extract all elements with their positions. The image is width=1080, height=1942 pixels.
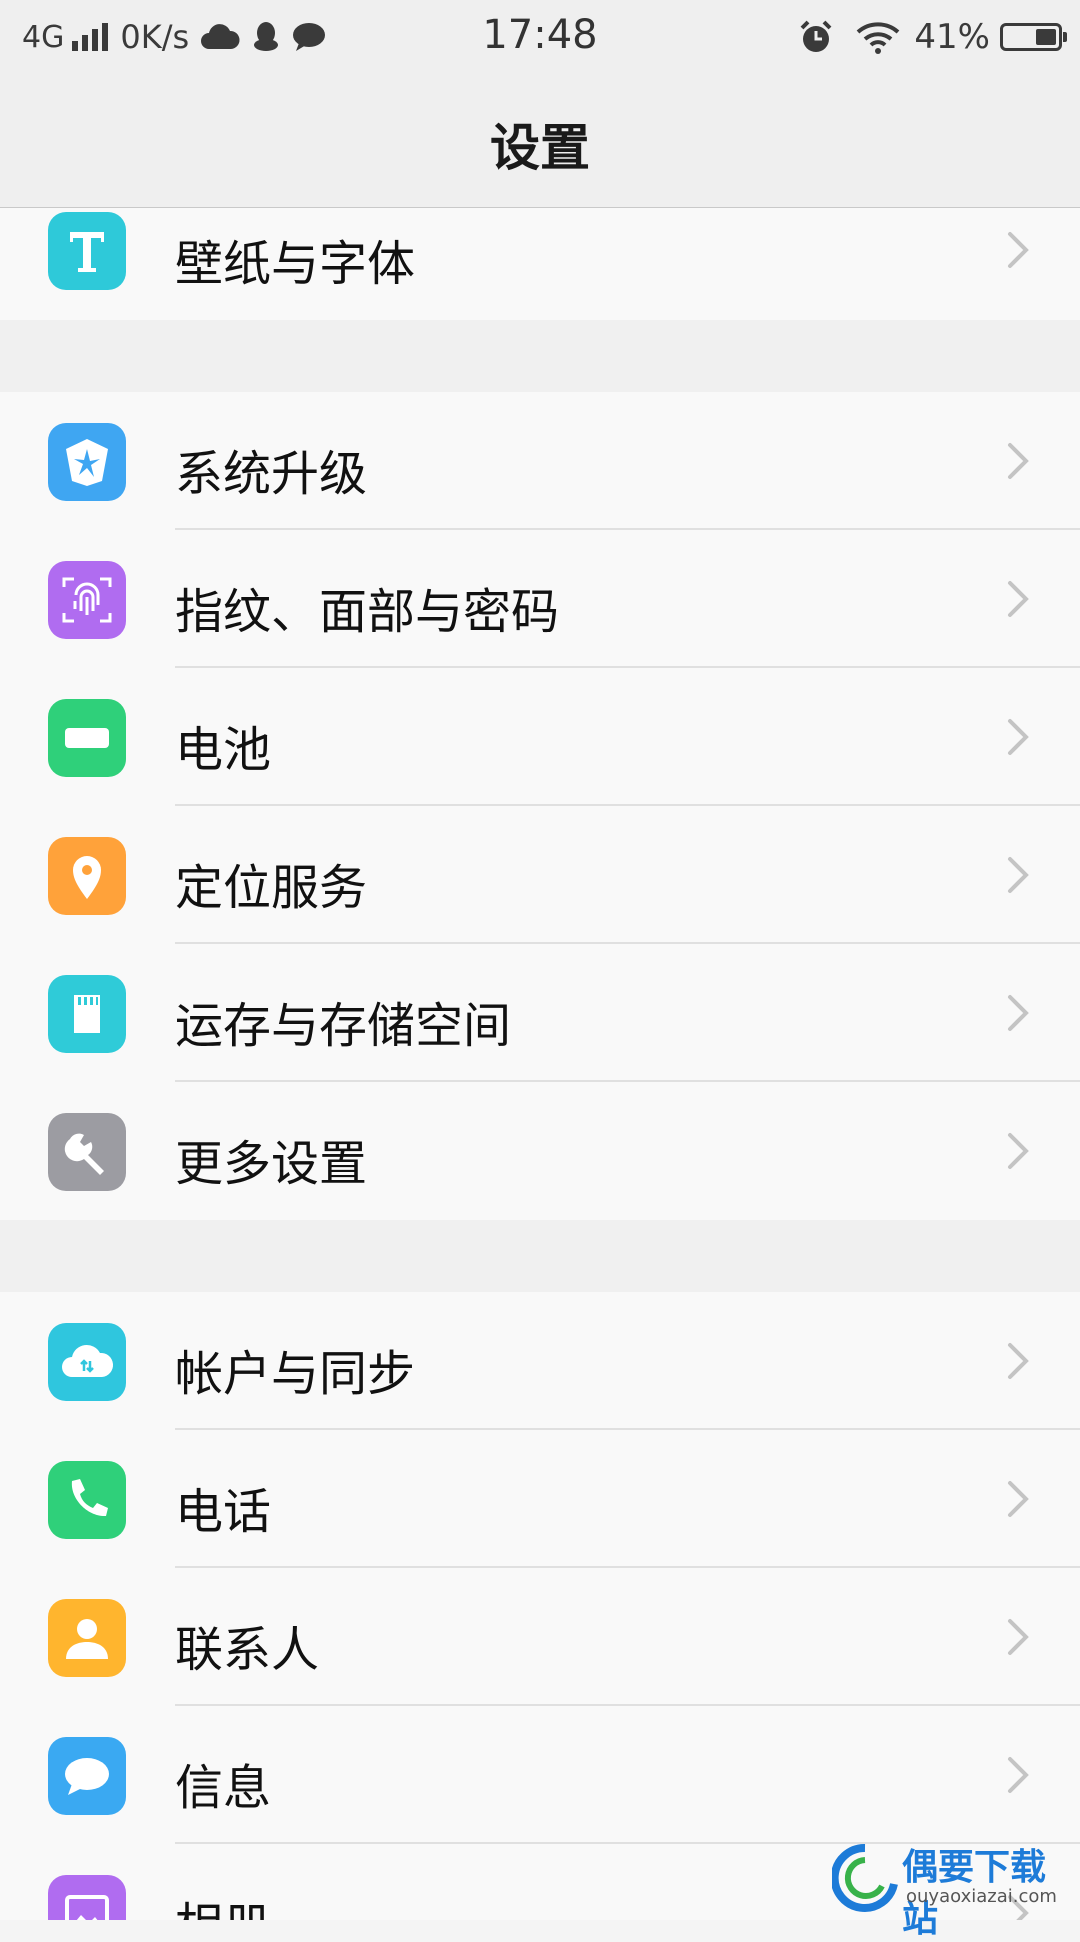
settings-group: 帐户与同步 电话 联系人 信息	[0, 1292, 1080, 1920]
settings-item-label: 电话	[175, 1484, 272, 1540]
settings-item-fingerprint-face-password[interactable]: 指纹、面部与密码	[0, 530, 1080, 668]
wifi-icon	[856, 20, 900, 54]
alarm-icon	[798, 19, 834, 55]
wrench-icon	[48, 1113, 126, 1191]
chevron-right-icon	[1008, 1343, 1029, 1379]
title-bar: 设置	[0, 74, 1080, 208]
settings-item-label: 指纹、面部与密码	[175, 584, 560, 640]
font-icon	[48, 212, 126, 290]
group-separator	[0, 1220, 1080, 1292]
phone-icon	[48, 1461, 126, 1539]
group-separator	[0, 320, 1080, 392]
settings-item-label: 系统升级	[175, 446, 368, 502]
settings-item-wallpaper-font[interactable]: 壁纸与字体	[0, 208, 1080, 320]
chevron-right-icon	[1008, 1619, 1029, 1655]
chevron-right-icon	[1008, 443, 1029, 479]
watermark-url: ouyaoxiazai.com	[906, 1886, 1057, 1907]
settings-item-location[interactable]: 定位服务	[0, 806, 1080, 944]
cloud-sync-icon	[48, 1323, 126, 1401]
system-update-icon	[48, 423, 126, 501]
status-bar-right: 41%	[788, 14, 1067, 60]
chevron-right-icon	[1008, 857, 1029, 893]
watermark-logo-icon	[832, 1844, 898, 1912]
settings-list[interactable]: 壁纸与字体 系统升级 指纹、面部与密码 电池 定位服务 运存与存储空间 更多设置…	[0, 208, 1080, 1920]
location-pin-icon	[48, 837, 126, 915]
contact-icon	[48, 1599, 126, 1677]
chat-bubble-icon	[48, 1737, 126, 1815]
battery-icon	[48, 699, 126, 777]
chevron-right-icon	[1008, 995, 1029, 1031]
watermark: 偶要下载站 ouyaoxiazai.com	[832, 1836, 1072, 1940]
chevron-right-icon	[1008, 1133, 1029, 1169]
settings-item-label: 更多设置	[175, 1136, 368, 1192]
settings-group: 系统升级 指纹、面部与密码 电池 定位服务 运存与存储空间 更多设置	[0, 392, 1080, 1220]
chevron-right-icon	[1008, 581, 1029, 617]
settings-item-label: 运存与存储空间	[175, 998, 512, 1054]
photo-album-icon	[48, 1875, 126, 1920]
settings-item-label: 相册	[175, 1886, 271, 1920]
chevron-right-icon	[1008, 232, 1029, 268]
settings-item-phone[interactable]: 电话	[0, 1430, 1080, 1568]
chevron-right-icon	[1008, 719, 1029, 755]
status-bar: 4G 0K/s 17:48 41%	[0, 0, 1080, 74]
settings-item-battery[interactable]: 电池	[0, 668, 1080, 806]
chevron-right-icon	[1008, 1757, 1029, 1793]
settings-item-label: 定位服务	[175, 860, 368, 916]
settings-item-system-update[interactable]: 系统升级	[0, 392, 1080, 530]
settings-item-memory-storage[interactable]: 运存与存储空间	[0, 944, 1080, 1082]
settings-item-more-settings[interactable]: 更多设置	[0, 1082, 1080, 1220]
settings-item-messages[interactable]: 信息	[0, 1706, 1080, 1844]
settings-item-account-sync[interactable]: 帐户与同步	[0, 1292, 1080, 1430]
chevron-right-icon	[1008, 1481, 1029, 1517]
settings-group: 壁纸与字体	[0, 208, 1080, 320]
fingerprint-icon	[48, 561, 126, 639]
page-title: 设置	[490, 119, 590, 177]
sd-card-icon	[48, 975, 126, 1053]
settings-item-label: 联系人	[175, 1622, 320, 1678]
settings-item-contacts[interactable]: 联系人	[0, 1568, 1080, 1706]
settings-item-label: 电池	[175, 722, 272, 778]
battery-icon	[1000, 23, 1067, 51]
settings-item-label: 帐户与同步	[175, 1346, 416, 1402]
settings-item-label: 壁纸与字体	[175, 236, 416, 292]
settings-item-label: 信息	[175, 1760, 272, 1816]
battery-percent: 41%	[914, 17, 990, 57]
